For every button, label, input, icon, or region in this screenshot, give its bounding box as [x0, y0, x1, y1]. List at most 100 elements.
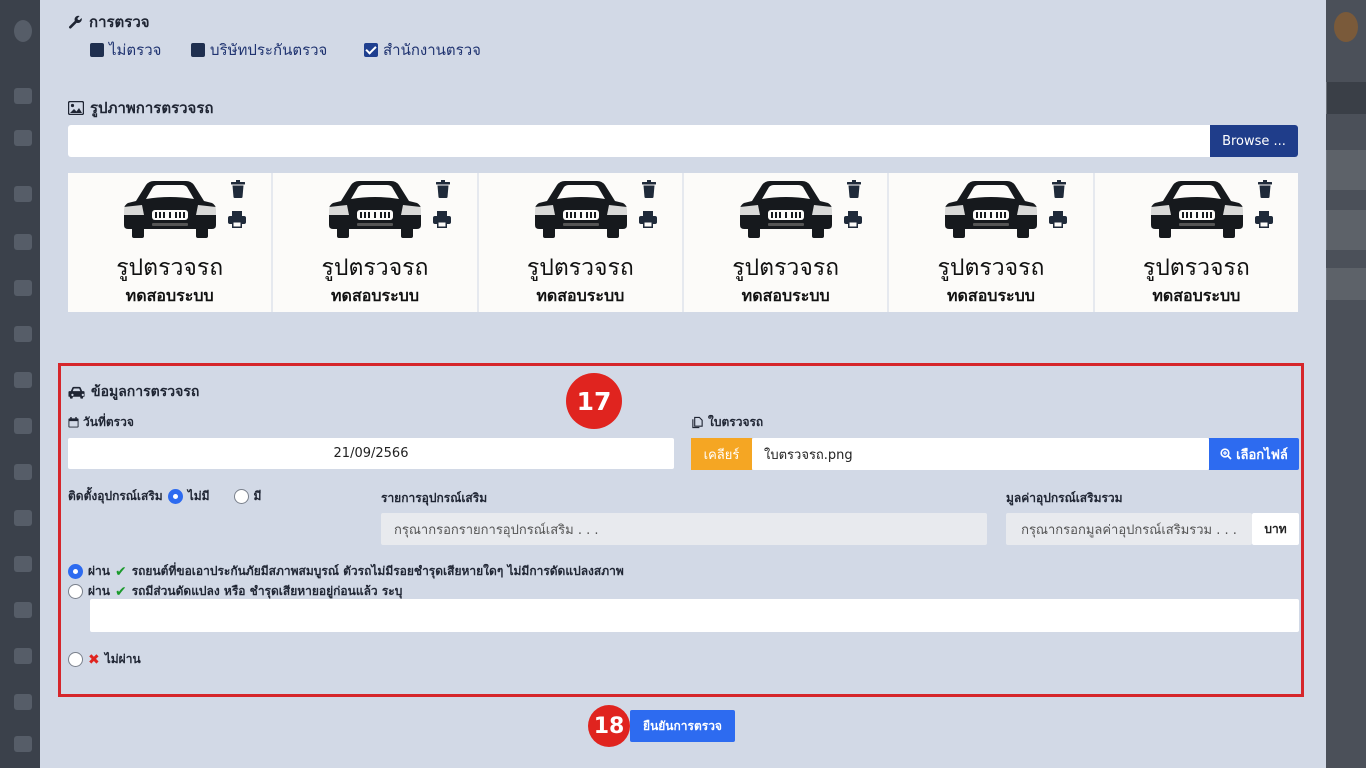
photo-file-input[interactable]: Browse ... — [68, 125, 1298, 157]
photo-caption: รูปตรวจรถ — [526, 255, 634, 281]
photo-gallery: รูปตรวจรถ ทดสอบระบบ รูปตรวจรถ ทดสอบระบบ รูปต… — [68, 173, 1298, 312]
print-icon[interactable] — [1254, 211, 1273, 228]
fail-label: ไม่ผ่าน — [104, 652, 141, 666]
image-icon — [68, 101, 84, 115]
step-17-badge: 17 — [566, 373, 622, 429]
background-block — [1326, 82, 1366, 114]
zoom-in-icon — [1220, 448, 1232, 460]
trash-icon[interactable] — [230, 180, 246, 198]
result-pass-row[interactable]: ผ่าน ✔ รถยนต์ที่ขอเอาประกันภัยมีสภาพสมบู… — [68, 562, 624, 581]
sidebar-icon — [14, 556, 32, 572]
photo-subcaption: ทดสอบระบบ — [1152, 286, 1241, 305]
photo-caption: รูปตรวจรถ — [937, 255, 1045, 281]
car-photo[interactable] — [122, 177, 218, 239]
check-icon: ✔ — [114, 563, 127, 580]
print-icon[interactable] — [638, 211, 657, 228]
option-office-inspection[interactable]: สำนักงานตรวจ — [364, 38, 481, 62]
result-pass-modified-radio[interactable] — [68, 584, 83, 599]
sidebar-icon — [14, 736, 32, 752]
car-photo[interactable] — [1149, 177, 1245, 239]
accessory-yes-label: มี — [253, 489, 262, 503]
background-sidebar — [0, 0, 40, 768]
confirm-inspection-button[interactable]: ยืนยันการตรวจ — [630, 710, 735, 742]
sidebar-icon — [14, 510, 32, 526]
office-inspection-checkbox[interactable] — [364, 43, 378, 57]
choose-file-button[interactable]: เลือกไฟล์ — [1209, 438, 1299, 470]
sidebar-icon — [14, 694, 32, 710]
photo-caption: รูปตรวจรถ — [1142, 255, 1250, 281]
sidebar-icon — [14, 602, 32, 618]
photo-caption: รูปตรวจรถ — [732, 255, 840, 281]
photos-heading: รูปภาพการตรวจรถ — [68, 96, 214, 120]
wrench-icon — [69, 15, 82, 29]
browse-button[interactable]: Browse ... — [1210, 125, 1298, 157]
trash-icon[interactable] — [1051, 180, 1067, 198]
accessory-yes-radio[interactable] — [233, 489, 249, 504]
car-icon — [68, 386, 85, 399]
photo-card: รูปตรวจรถทดสอบระบบ — [1094, 173, 1298, 312]
photo-subcaption: ทดสอบระบบ — [946, 286, 1035, 305]
accessory-no-radio[interactable] — [167, 489, 183, 504]
choose-file-label: เลือกไฟล์ — [1236, 447, 1288, 463]
inspection-info-heading: ข้อมูลการตรวจรถ — [68, 381, 199, 403]
inspection-modal: การตรวจ ไม่ตรวจ บริษัทประกันตรวจ สำนักงา… — [40, 0, 1326, 768]
car-photo[interactable] — [943, 177, 1039, 239]
insurer-inspection-checkbox[interactable] — [191, 43, 205, 57]
accessory-value-input[interactable]: กรุณากรอกมูลค่าอุปกรณ์เสริมรวม . . . — [1006, 513, 1252, 545]
step-18-badge: 18 — [588, 705, 630, 747]
photo-caption: รูปตรวจรถ — [321, 255, 429, 281]
result-fail-radio[interactable] — [68, 652, 83, 667]
car-photo[interactable] — [738, 177, 834, 239]
currency-unit: บาท — [1252, 513, 1299, 545]
option-no-inspection[interactable]: ไม่ตรวจ — [90, 38, 161, 62]
calendar-icon — [68, 417, 79, 428]
accessory-list-label: รายการอุปกรณ์เสริม — [381, 491, 488, 505]
sidebar-icon — [14, 186, 32, 202]
trash-icon[interactable] — [1257, 180, 1273, 198]
check-icon: ✔ — [114, 583, 127, 600]
no-inspection-checkbox[interactable] — [90, 43, 104, 57]
print-icon[interactable] — [433, 211, 452, 228]
photo-card: รูปตรวจรถ ทดสอบระบบ — [273, 173, 477, 312]
background-content — [1326, 0, 1366, 768]
print-icon[interactable] — [228, 211, 246, 228]
trash-icon[interactable] — [435, 180, 451, 198]
accessory-value-label: มูลค่าอุปกรณ์เสริมรวม — [1006, 491, 1123, 505]
trash-icon[interactable] — [846, 180, 862, 198]
car-photo[interactable] — [533, 177, 629, 239]
photo-caption: รูปตรวจรถ — [116, 255, 224, 281]
sidebar-icon — [14, 464, 32, 480]
inspection-info-section: ข้อมูลการตรวจรถ 17 วันที่ตรวจ 21/09/2566… — [58, 363, 1304, 697]
accessory-label: ติดตั้งอุปกรณ์เสริม — [68, 489, 163, 503]
print-icon[interactable] — [843, 211, 862, 228]
avatar — [1334, 12, 1358, 42]
option-insurer-inspection[interactable]: บริษัทประกันตรวจ — [191, 38, 327, 62]
sidebar-icon — [14, 280, 32, 296]
modification-details-input[interactable] — [90, 599, 1299, 632]
sidebar-icon — [14, 418, 32, 434]
background-block — [1326, 210, 1366, 250]
print-icon[interactable] — [1049, 211, 1068, 228]
accessory-list-input[interactable]: กรุณากรอกรายการอุปกรณ์เสริม . . . — [381, 513, 987, 545]
photo-subcaption: ทดสอบระบบ — [125, 286, 214, 305]
result-fail-row[interactable]: ✖ ไม่ผ่าน — [68, 650, 141, 669]
background-block — [1326, 268, 1366, 300]
sidebar-icon — [14, 372, 32, 388]
sidebar-icon — [14, 130, 32, 146]
photo-subcaption: ทดสอบระบบ — [741, 286, 830, 305]
car-photo[interactable] — [327, 177, 423, 239]
clear-file-button[interactable]: เคลียร์ — [691, 438, 752, 470]
option-label: สำนักงานตรวจ — [383, 41, 481, 59]
option-label: บริษัทประกันตรวจ — [210, 41, 328, 59]
result-pass-radio[interactable] — [68, 564, 83, 579]
photo-card: รูปตรวจรถทดสอบระบบ — [683, 173, 888, 312]
inspection-date-label: วันที่ตรวจ — [68, 413, 134, 432]
inspection-date-input[interactable]: 21/09/2566 — [68, 438, 674, 469]
accessory-no-label: ไม่มี — [187, 489, 210, 503]
document-file-name: ใบตรวจรถ.png — [752, 438, 1209, 470]
inspection-type-heading: การตรวจ — [68, 10, 150, 34]
trash-icon[interactable] — [641, 180, 657, 198]
photo-subcaption: ทดสอบระบบ — [536, 286, 625, 305]
photo-card: รูปตรวจรถทดสอบระบบ — [889, 173, 1093, 312]
pass-label: ผ่าน — [88, 564, 110, 578]
